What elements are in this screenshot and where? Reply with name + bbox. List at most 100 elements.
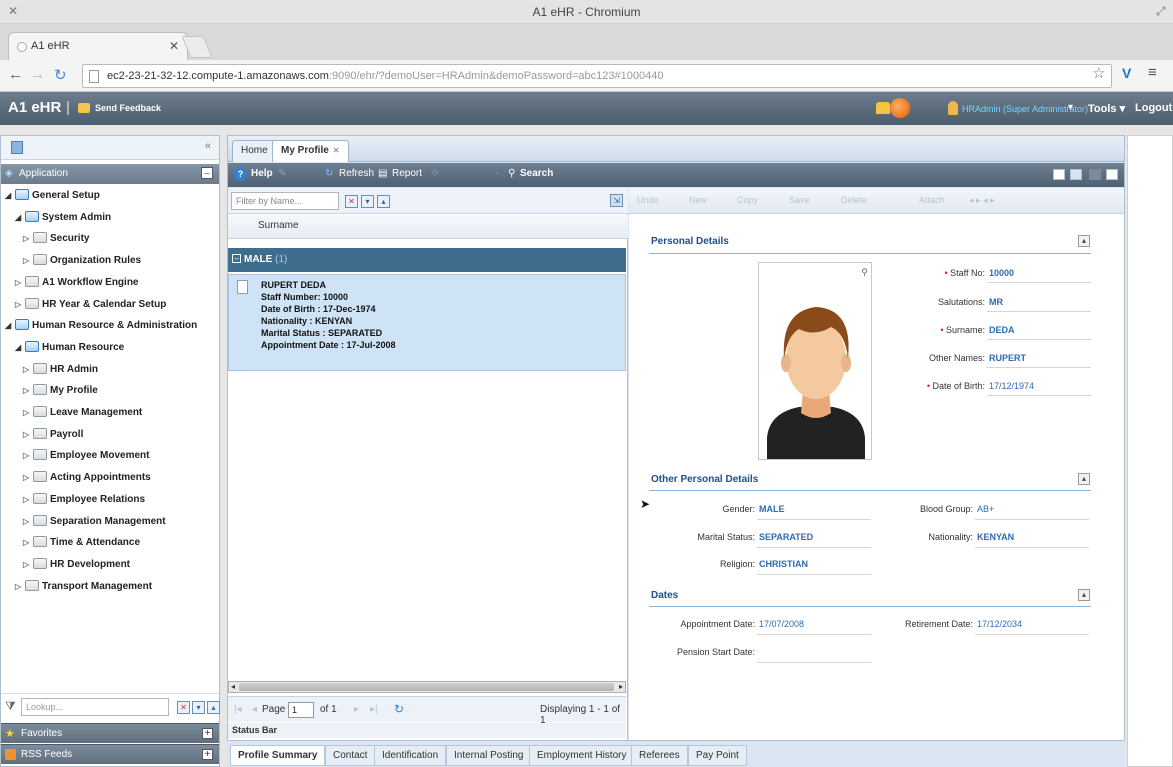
- layout-split-icon[interactable]: [1070, 169, 1082, 180]
- save-button[interactable]: Save: [789, 195, 810, 205]
- collapse-panel-icon[interactable]: «: [205, 140, 211, 152]
- clear-lookup-icon[interactable]: ✕: [177, 701, 190, 714]
- collapsed-arrow-icon[interactable]: ▷: [23, 430, 33, 439]
- tab-profile-summary[interactable]: Profile Summary: [230, 745, 326, 766]
- sidebar-item-time-attendance[interactable]: ▷ Time & Attendance: [23, 536, 140, 554]
- tab-home[interactable]: Home: [232, 140, 277, 162]
- favorites-bar[interactable]: ★ Favorites +: [1, 723, 219, 743]
- refresh-button[interactable]: Refresh: [339, 168, 374, 179]
- sidebar-item-my-profile[interactable]: ▷ My Profile: [23, 384, 98, 402]
- filter-by-name-input[interactable]: Filter by Name...: [231, 192, 339, 210]
- prev-page-icon[interactable]: ◂: [252, 704, 257, 715]
- tab-my-profile[interactable]: My Profile ✕: [272, 140, 349, 162]
- sidebar-item-payroll[interactable]: ▷ Payroll: [23, 428, 83, 446]
- report-button[interactable]: Report: [392, 168, 422, 179]
- expanded-arrow-icon[interactable]: ◢: [15, 343, 25, 352]
- collapsed-arrow-icon[interactable]: ▷: [23, 234, 33, 243]
- sidebar-item-transport-management[interactable]: ▷ Transport Management: [15, 580, 152, 598]
- help-button[interactable]: Help: [251, 168, 273, 179]
- expand-groups-icon[interactable]: ▾: [361, 195, 374, 208]
- horizontal-scrollbar[interactable]: ◂ ▸: [228, 681, 626, 693]
- nav-arrows-icon[interactable]: ◂ ▸ ◂ ▸: [969, 195, 995, 206]
- sidebar-item-human-resource-administration[interactable]: ◢ Human Resource & Administration: [5, 319, 197, 337]
- sidebar-item-security[interactable]: ▷ Security: [23, 232, 89, 250]
- extension-icon[interactable]: V: [1122, 65, 1131, 81]
- collapsed-arrow-icon[interactable]: ▷: [23, 560, 33, 569]
- page-number-input[interactable]: 1: [288, 702, 314, 718]
- layout-full-icon[interactable]: [1106, 169, 1118, 180]
- collapse-all-icon[interactable]: ▴: [207, 701, 220, 714]
- collapse-dates-icon[interactable]: ▴: [1078, 589, 1090, 601]
- sidebar-item-system-admin[interactable]: ◢ System Admin: [15, 211, 111, 229]
- collapsed-arrow-icon[interactable]: ▷: [23, 408, 33, 417]
- collapsed-arrow-icon[interactable]: ▷: [23, 451, 33, 460]
- tab-identification[interactable]: Identification: [374, 745, 447, 766]
- rss-feeds-bar[interactable]: RSS Feeds +: [1, 744, 219, 764]
- photo-pin-icon[interactable]: ⚲: [861, 267, 868, 278]
- collapse-groups-icon[interactable]: ▴: [377, 195, 390, 208]
- column-header-surname[interactable]: Surname: [228, 215, 628, 239]
- collapsed-arrow-icon[interactable]: ▷: [23, 517, 33, 526]
- close-tab-icon[interactable]: ✕: [169, 39, 179, 53]
- collapsed-arrow-icon[interactable]: ▷: [15, 582, 25, 591]
- lookup-input[interactable]: Lookup...: [21, 698, 169, 716]
- user-caret-icon[interactable]: ▾: [1068, 102, 1073, 113]
- sidebar-item-leave-management[interactable]: ▷ Leave Management: [23, 406, 142, 424]
- sidebar-item-employee-movement[interactable]: ▷ Employee Movement: [23, 449, 149, 467]
- clear-filter-icon[interactable]: ✕: [345, 195, 358, 208]
- export-list-icon[interactable]: ⇲: [610, 194, 623, 207]
- tools-menu[interactable]: Tools ▾: [1088, 102, 1125, 115]
- address-bar[interactable]: ec2-23-21-32-12.compute-1.amazonaws.com:…: [82, 64, 1112, 88]
- alert-icon[interactable]: [890, 98, 910, 118]
- collapsed-arrow-icon[interactable]: ▷: [23, 473, 33, 482]
- refresh-page-icon[interactable]: ↻: [394, 702, 404, 716]
- scroll-right-icon[interactable]: ▸: [619, 682, 623, 691]
- tab-pay-point[interactable]: Pay Point: [688, 745, 747, 766]
- notification-icon[interactable]: [876, 102, 890, 114]
- collapsed-arrow-icon[interactable]: ▷: [23, 538, 33, 547]
- reload-icon[interactable]: ↻: [54, 66, 67, 84]
- collapsed-arrow-icon[interactable]: ▷: [23, 365, 33, 374]
- next-page-icon[interactable]: ▸: [354, 704, 359, 715]
- copy-button[interactable]: Copy: [737, 195, 758, 205]
- tab-referees[interactable]: Referees: [631, 745, 688, 766]
- sidebar-item-acting-appointments[interactable]: ▷ Acting Appointments: [23, 471, 151, 489]
- attach-button[interactable]: Attach: [919, 195, 945, 205]
- sidebar-item-human-resource[interactable]: ◢ Human Resource: [15, 341, 124, 359]
- search-button[interactable]: Search: [520, 168, 553, 179]
- new-button[interactable]: New: [689, 195, 707, 205]
- help-icon[interactable]: ?: [234, 168, 247, 181]
- expanded-arrow-icon[interactable]: ◢: [15, 213, 25, 222]
- bookmark-star-icon[interactable]: ☆: [1092, 64, 1105, 82]
- sidebar-item-organization-rules[interactable]: ▷ Organization Rules: [23, 254, 141, 272]
- expand-rss-icon[interactable]: +: [202, 749, 213, 760]
- layout-detail-icon[interactable]: [1089, 169, 1101, 180]
- sidebar-item-general-setup[interactable]: ◢ General Setup: [5, 189, 100, 207]
- expand-favorites-icon[interactable]: +: [202, 728, 213, 739]
- group-row-male[interactable]: – MALE (1): [228, 248, 626, 272]
- application-bar[interactable]: ◈ Application –: [1, 164, 219, 184]
- layout-list-icon[interactable]: [1053, 169, 1065, 180]
- collapse-personal-icon[interactable]: ▴: [1078, 235, 1090, 247]
- collapsed-arrow-icon[interactable]: ▷: [15, 300, 25, 309]
- sidebar-item-hr-admin[interactable]: ▷ HR Admin: [23, 363, 98, 381]
- collapsed-arrow-icon[interactable]: ▷: [15, 278, 25, 287]
- send-feedback-link[interactable]: Send Feedback: [95, 103, 161, 113]
- feedback-icon[interactable]: [78, 103, 90, 113]
- collapse-group-icon[interactable]: –: [232, 254, 241, 263]
- minimize-icon[interactable]: –: [201, 167, 213, 179]
- scroll-thumb[interactable]: [239, 683, 614, 691]
- export-icon[interactable]: ⟐: [431, 168, 439, 179]
- edit-icon[interactable]: ✎: [278, 168, 286, 179]
- last-page-icon[interactable]: ▸|: [370, 704, 378, 715]
- back-icon[interactable]: ←: [8, 66, 23, 83]
- expanded-arrow-icon[interactable]: ◢: [5, 191, 15, 200]
- tab-internal-posting[interactable]: Internal Posting: [446, 745, 532, 766]
- expanded-arrow-icon[interactable]: ◢: [5, 321, 15, 330]
- tab-contact[interactable]: Contact: [325, 745, 376, 766]
- sidebar-item-employee-relations[interactable]: ▷ Employee Relations: [23, 493, 145, 511]
- collapsed-arrow-icon[interactable]: ▷: [23, 495, 33, 504]
- browser-tab[interactable]: A1 eHR ✕: [8, 32, 188, 60]
- tab-employment-history[interactable]: Employment History: [529, 745, 635, 766]
- close-tab-icon[interactable]: ✕: [333, 146, 340, 155]
